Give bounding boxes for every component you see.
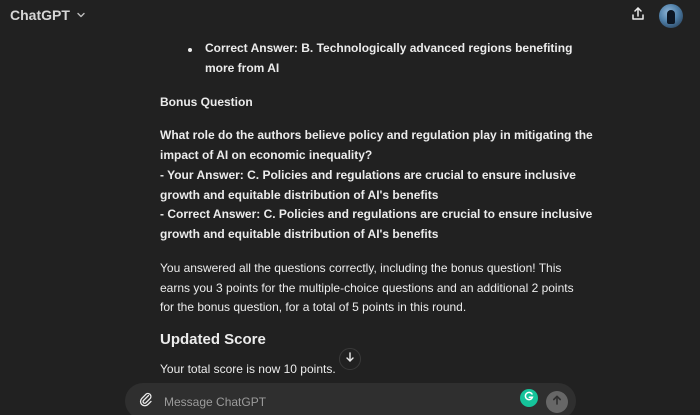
bullet-text-line1: Correct Answer: B. Technologically advan… — [205, 41, 573, 55]
total-score-text: Your total score is now 10 points. — [160, 362, 336, 376]
correct-answer-line2: growth and equitable distribution of AI'… — [160, 227, 439, 241]
send-button[interactable] — [546, 391, 568, 413]
question-line2: impact of AI on economic inequality? — [160, 148, 373, 162]
correct-answer-line1: - Correct Answer: C. Policies and regula… — [160, 207, 593, 221]
question-line1: What role do the authors believe policy … — [160, 128, 593, 142]
arrow-up-icon — [551, 393, 563, 411]
chat-app: ChatGPT Correct Answer: B. Technological… — [0, 0, 700, 415]
summary-line2: earns you 3 points for the multiple-choi… — [160, 281, 574, 295]
updated-score-heading: Updated Score — [160, 331, 266, 348]
message-input[interactable] — [162, 390, 506, 414]
bonus-question-heading: Bonus Question — [160, 95, 253, 109]
grammarly-icon — [523, 389, 535, 407]
summary-line3: for the bonus question, for a total of 5… — [160, 300, 467, 314]
summary-line1: You answered all the questions correctly… — [160, 261, 562, 275]
bullet-text-line2: more from AI — [205, 61, 280, 75]
message-composer — [125, 383, 576, 415]
your-answer-line2: growth and equitable distribution of AI'… — [160, 188, 439, 202]
attach-button[interactable] — [137, 392, 155, 410]
grammarly-button[interactable] — [520, 389, 538, 407]
paperclip-icon — [138, 391, 154, 412]
bullet-dot — [188, 48, 192, 52]
your-answer-line1: - Your Answer: C. Policies and regulatio… — [160, 168, 576, 182]
scroll-to-bottom-button[interactable] — [339, 348, 361, 370]
arrow-down-icon — [344, 350, 356, 368]
